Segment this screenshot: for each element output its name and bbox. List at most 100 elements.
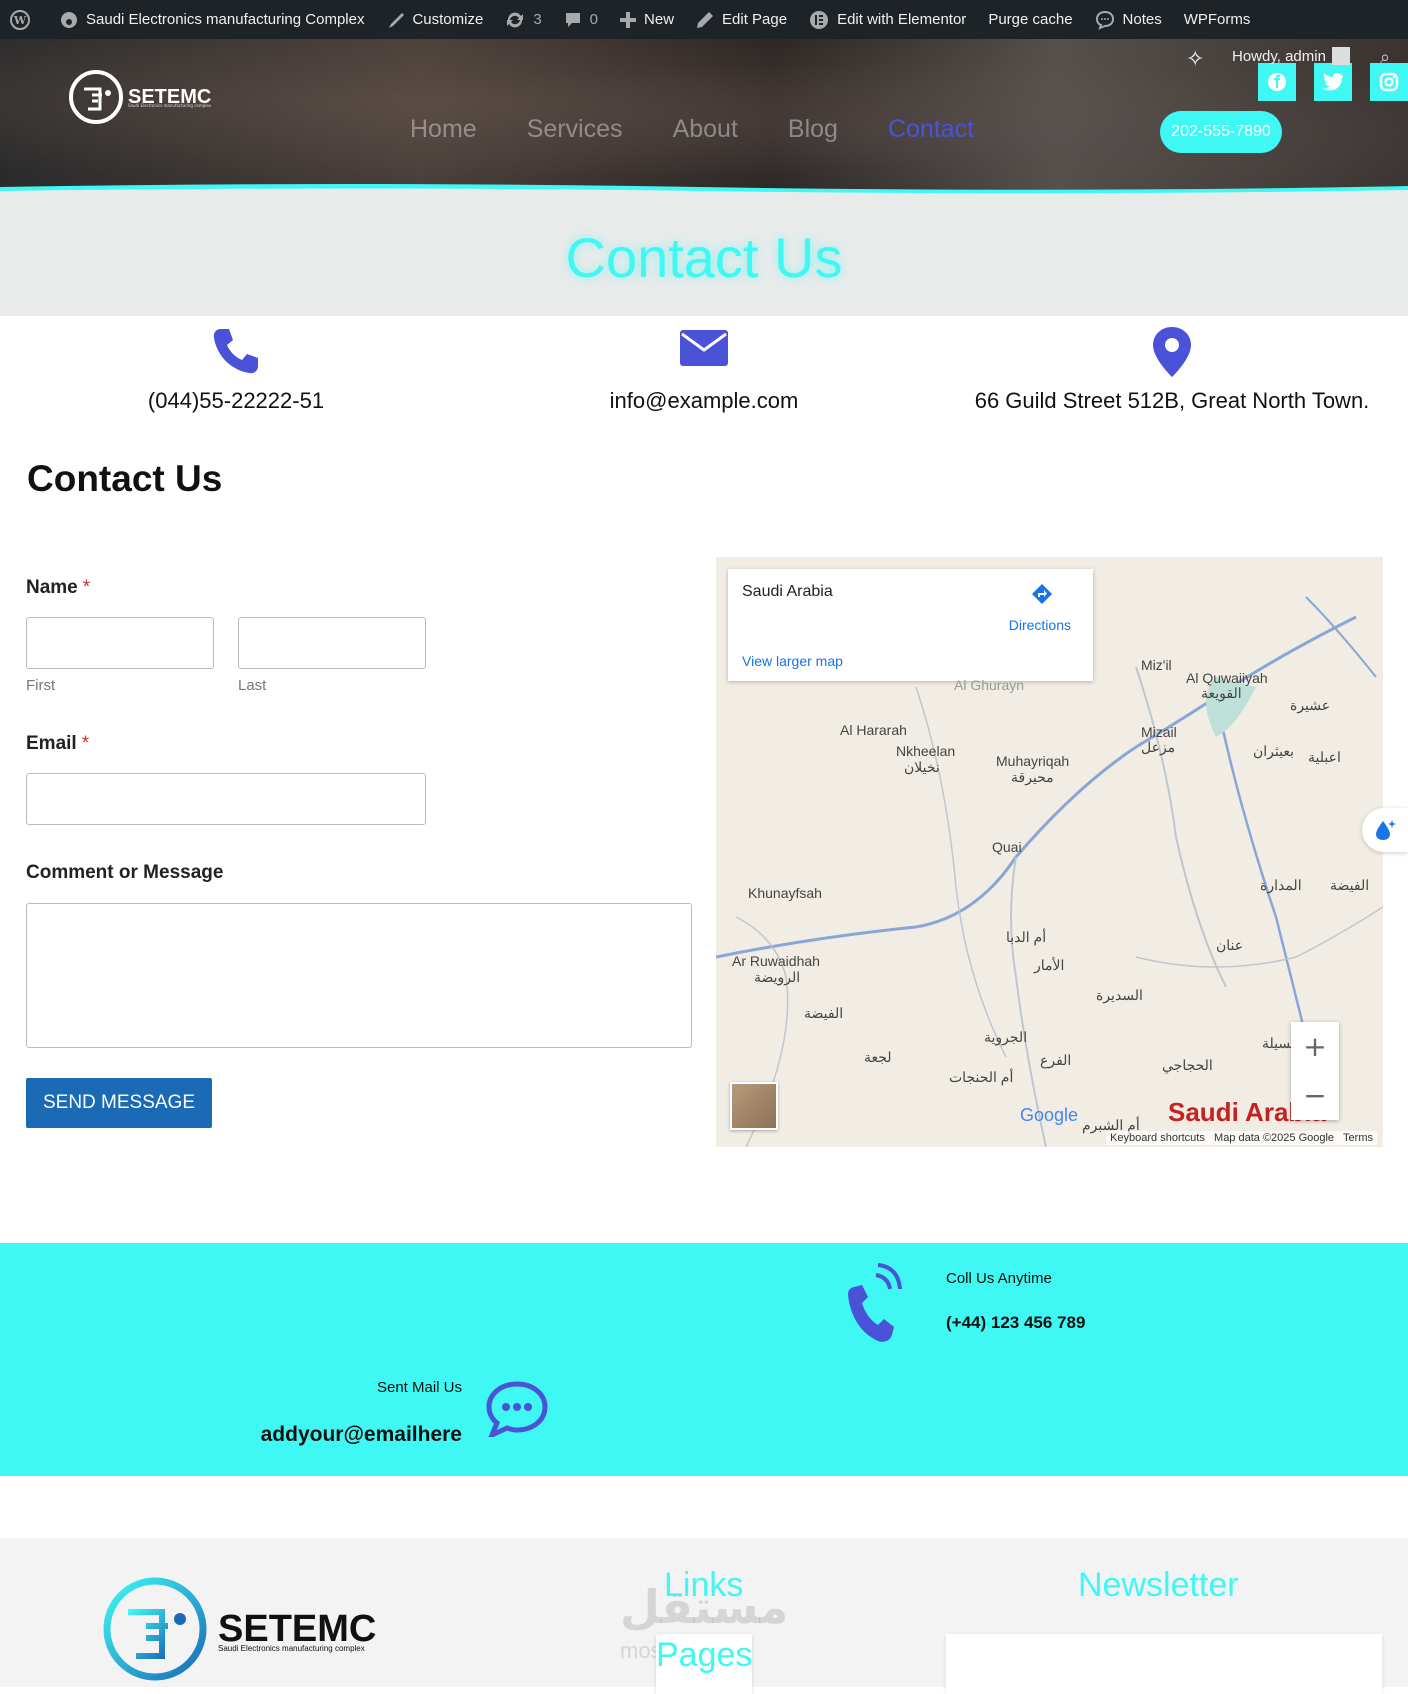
header-phone-button[interactable]: 202-555-7890: [1160, 111, 1282, 153]
admin-purge-cache[interactable]: Purge cache: [988, 0, 1072, 39]
zoom-in-button[interactable]: +: [1291, 1022, 1339, 1071]
site-logo[interactable]: SETEMC Saudi Electronics manufacturing c…: [68, 69, 211, 125]
required-mark: *: [81, 733, 90, 754]
comments-count: 0: [589, 11, 599, 28]
form-heading: Contact Us: [27, 458, 223, 499]
wordpress-logo-icon[interactable]: W: [10, 0, 38, 39]
admin-updates[interactable]: 3: [505, 0, 542, 39]
footer-logo[interactable]: SETEMC: [100, 1574, 376, 1684]
footer-logo-subtitle: Saudi Electronics manufacturing complex: [218, 1644, 365, 1653]
footer-pages-heading: Pages: [656, 1636, 753, 1674]
mail-label: Sent Mail Us: [376, 1379, 462, 1396]
nav-home[interactable]: Home: [410, 115, 477, 144]
footer-newsletter-heading: Newsletter: [1078, 1566, 1239, 1604]
envelope-icon: [680, 330, 728, 366]
nav-blog[interactable]: Blog: [788, 115, 838, 144]
cta-section: Coll Us Anytime (+44) 123 456 789 Sent M…: [0, 1243, 1408, 1476]
nav-services[interactable]: Services: [527, 115, 623, 144]
phone-ringing-icon: [848, 1263, 902, 1342]
updates-count: 3: [533, 11, 542, 28]
view-larger-map-link[interactable]: View larger map: [742, 653, 843, 669]
footer-links-heading: Links: [664, 1566, 744, 1604]
call-label: Coll Us Anytime: [946, 1270, 1052, 1287]
map-label: عنان: [1216, 937, 1244, 953]
admin-site-name[interactable]: Saudi Electronics manufacturing Complex: [60, 0, 364, 39]
map-label: Al Hararah: [840, 722, 907, 738]
map-label: أم الحنجات: [949, 1069, 1014, 1085]
chat-bubble-icon: [486, 1381, 548, 1437]
pencil-icon: [697, 11, 714, 28]
last-name-input[interactable]: [238, 617, 426, 669]
svg-text:W: W: [13, 14, 27, 27]
map-place-name: Saudi Arabia: [742, 583, 833, 600]
edit-elementor-label: Edit with Elementor: [837, 11, 967, 28]
email-field[interactable]: [26, 773, 426, 825]
google-map[interactable]: Saudi Arabia Directions View larger map …: [716, 557, 1383, 1147]
main-nav: Home Services About Blog Contact: [410, 115, 1024, 144]
send-message-button[interactable]: SEND MESSAGE: [26, 1078, 212, 1128]
map-label: Al Quwaiiyah: [1186, 670, 1268, 686]
map-label: عشيرة: [1290, 697, 1331, 713]
social-links: [1240, 63, 1408, 101]
dashboard-icon: [61, 11, 77, 28]
header-wave-divider: [0, 184, 1408, 195]
twitter-icon[interactable]: [1314, 63, 1352, 101]
refresh-icon: [507, 12, 524, 27]
instagram-icon[interactable]: [1370, 63, 1408, 101]
directions-link[interactable]: Directions: [1009, 617, 1071, 633]
terms-link[interactable]: Terms: [1343, 1132, 1373, 1144]
logo-mark-icon: [69, 70, 123, 124]
map-label: مزعل: [1141, 739, 1176, 755]
notes-label: Notes: [1122, 11, 1162, 28]
phone-icon: [213, 329, 258, 374]
admin-edit-page[interactable]: Edit Page: [696, 0, 787, 39]
droplet-sparkle-icon: [1376, 820, 1396, 840]
mail-address[interactable]: addyour@emailhere: [112, 1423, 462, 1447]
nav-contact[interactable]: Contact: [888, 115, 974, 144]
info-phone: (044)55-22222-51: [1, 326, 471, 414]
howdy-label: Howdy, admin: [1232, 47, 1326, 65]
admin-new[interactable]: New: [620, 0, 674, 39]
admin-howdy[interactable]: Howdy, admin: [1232, 47, 1350, 65]
map-label: Ar Ruwaidhah: [732, 953, 820, 969]
zoom-controls: + −: [1291, 1022, 1339, 1120]
notes-icon: [1095, 10, 1114, 30]
admin-edit-elementor[interactable]: Edit with Elementor: [809, 0, 966, 39]
call-number[interactable]: (+44) 123 456 789: [946, 1313, 1085, 1333]
facebook-icon[interactable]: [1258, 63, 1296, 101]
accessibility-float-button[interactable]: [1362, 808, 1408, 852]
map-label: Khunayfsah: [748, 885, 822, 901]
nav-about[interactable]: About: [673, 115, 738, 144]
satellite-toggle[interactable]: [730, 1082, 778, 1130]
first-name-input[interactable]: [26, 617, 214, 669]
map-label: Mizail: [1141, 724, 1177, 740]
email-label: Email *: [26, 733, 89, 755]
admin-wpforms[interactable]: WPForms: [1184, 0, 1251, 39]
map-label: اعبلية: [1308, 749, 1341, 765]
name-label-text: Name: [26, 577, 78, 598]
info-address: 66 Guild Street 512B, Great North Town.: [937, 326, 1407, 414]
message-label: Comment or Message: [26, 862, 224, 883]
map-label: Miz'il: [1141, 657, 1172, 673]
map-label: Nkheelan: [896, 743, 956, 759]
admin-comments[interactable]: 0: [564, 0, 598, 39]
edit-page-label: Edit Page: [722, 11, 788, 28]
sparkle-icon[interactable]: ✧: [1186, 47, 1204, 72]
info-phone-text: (044)55-22222-51: [147, 388, 325, 413]
info-email: info@example.com: [469, 326, 939, 414]
admin-customize[interactable]: Customize: [386, 0, 483, 39]
map-pin-icon: [1153, 327, 1191, 377]
message-textarea[interactable]: [26, 903, 692, 1048]
map-label: نخيلان: [904, 759, 940, 775]
logo-subtitle: Saudi Electronics manufacturing complex: [128, 103, 212, 108]
info-email-text: info@example.com: [609, 388, 799, 413]
comment-icon: [565, 12, 580, 27]
map-label: Muhayriqah: [996, 753, 1070, 769]
first-sublabel: First: [26, 677, 56, 694]
keyboard-shortcuts-link[interactable]: Keyboard shortcuts: [1110, 1132, 1205, 1144]
directions-icon[interactable]: [1031, 583, 1053, 605]
map-label: الرويضة: [754, 969, 801, 985]
admin-notes[interactable]: Notes: [1095, 0, 1162, 39]
zoom-out-button[interactable]: −: [1291, 1071, 1339, 1120]
search-icon[interactable]: ⌕: [1380, 47, 1390, 68]
